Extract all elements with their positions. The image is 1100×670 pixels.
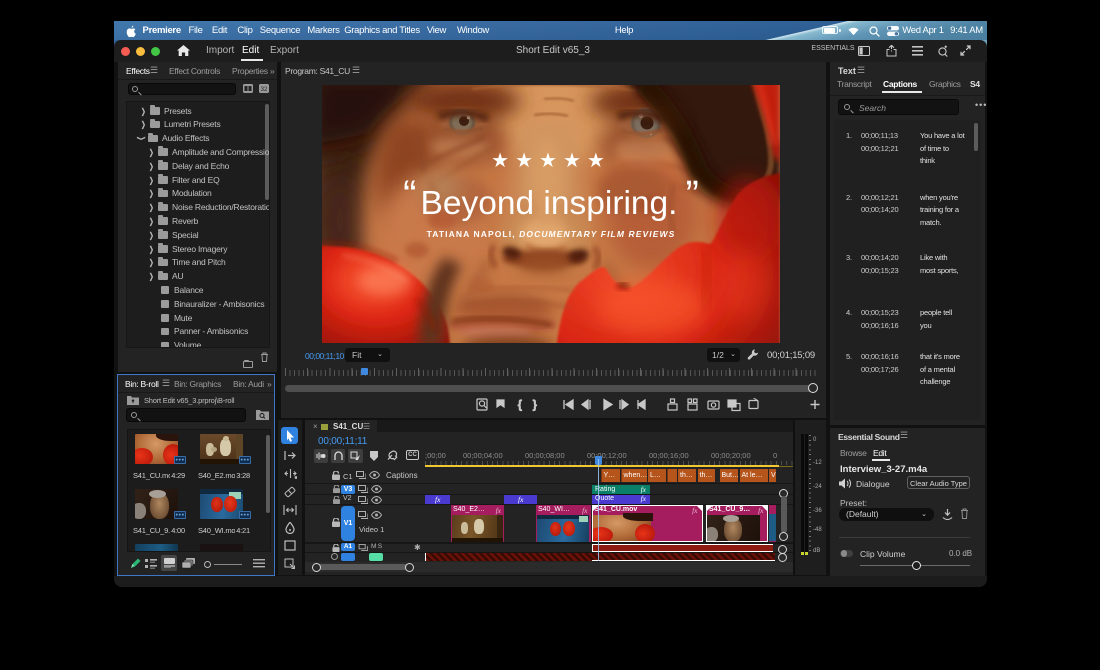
svg-text:{: { [518,399,522,411]
svg-text:32: 32 [261,87,268,93]
svg-text:}: } [533,399,537,411]
